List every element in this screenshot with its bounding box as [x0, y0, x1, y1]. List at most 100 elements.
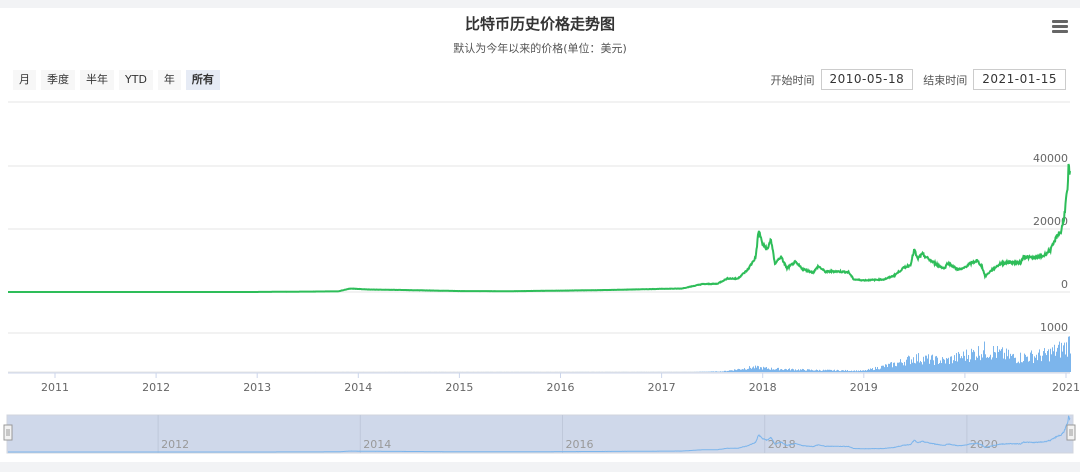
x-tick-label: 2013 — [243, 381, 271, 394]
volume-bar — [936, 355, 937, 372]
volume-bar — [904, 361, 905, 372]
volume-bar — [809, 369, 810, 372]
volume-bar — [888, 363, 889, 372]
volume-bar — [877, 366, 878, 372]
volume-bar — [864, 370, 865, 372]
volume-bar — [810, 370, 811, 372]
volume-bar — [747, 369, 748, 372]
volume-bar — [860, 370, 861, 372]
volume-bar — [862, 370, 863, 372]
x-tick-label: 2021 — [1052, 381, 1080, 394]
volume-bar — [816, 369, 817, 372]
navigator-tick-label: 2014 — [363, 438, 391, 451]
volume-bar — [716, 371, 717, 372]
navigator-right-handle-icon[interactable] — [1066, 424, 1076, 441]
volume-bar — [790, 370, 791, 372]
volume-bar — [921, 362, 922, 372]
volume-bar — [908, 355, 909, 372]
volume-bar — [800, 369, 801, 372]
volume-bar — [1048, 349, 1049, 372]
volume-bar — [748, 368, 749, 372]
volume-bar — [795, 369, 796, 372]
volume-bar — [766, 367, 767, 372]
volume-bar — [779, 370, 780, 372]
volume-bar — [849, 370, 850, 372]
volume-bar — [999, 349, 1000, 372]
volume-bar — [963, 351, 964, 372]
volume-bar — [935, 356, 936, 372]
volume-bar — [713, 371, 714, 372]
volume-bar — [744, 368, 745, 372]
volume-bar — [854, 370, 855, 372]
volume-bar — [755, 365, 756, 372]
volume-bar — [1012, 354, 1013, 372]
volume-bar — [828, 369, 829, 372]
volume-bar — [878, 369, 879, 372]
navigator-tick-label: 2016 — [566, 438, 594, 451]
volume-bar — [867, 369, 868, 372]
volume-bar — [902, 362, 903, 372]
volume-bar — [901, 362, 902, 372]
volume-bar — [942, 357, 943, 372]
navigator-left-handle-icon[interactable] — [3, 424, 13, 441]
volume-bar — [846, 370, 847, 372]
volume-bar — [893, 362, 894, 372]
volume-bar — [952, 363, 953, 372]
volume-bar — [1058, 344, 1059, 372]
volume-bar — [928, 354, 929, 372]
volume-bar — [845, 369, 846, 372]
volume-bar — [922, 364, 923, 372]
volume-bar — [1066, 342, 1067, 372]
volume-bar — [884, 367, 885, 372]
volume-bar — [929, 363, 930, 372]
volume-bar — [992, 357, 993, 372]
volume-bar — [966, 349, 967, 372]
volume-bar — [911, 359, 912, 372]
volume-bar — [1067, 356, 1068, 372]
volume-bar — [765, 367, 766, 372]
volume-bar — [905, 365, 906, 372]
volume-bar — [1007, 356, 1008, 372]
volume-bar — [933, 360, 934, 372]
volume-bar — [896, 366, 897, 372]
volume-bar — [931, 355, 932, 372]
navigator[interactable]: 2012 2014 2016 2018 2020 — [3, 414, 1076, 454]
volume-bar — [831, 369, 832, 372]
volume-bar — [1022, 362, 1023, 372]
volume-bar — [1004, 352, 1005, 372]
volume-bar — [1049, 361, 1050, 372]
volume-bar — [1023, 361, 1024, 372]
volume-bar — [873, 370, 874, 372]
volume-bar — [968, 355, 969, 372]
price-chart[interactable]: 0200004000001000201120122013201420152016… — [0, 0, 1080, 472]
volume-bar — [1046, 355, 1047, 372]
volume-bar — [866, 370, 867, 372]
volume-bar — [725, 370, 726, 372]
volume-bar — [1031, 350, 1032, 372]
volume-bar — [823, 369, 824, 372]
volume-bar — [898, 362, 899, 372]
volume-bar — [787, 370, 788, 372]
volume-bar — [729, 370, 730, 372]
volume-bar — [1064, 342, 1065, 372]
volume-bar — [903, 365, 904, 372]
volume-bar — [1035, 357, 1036, 372]
volume-bar — [1039, 349, 1040, 372]
volume-bar — [899, 362, 900, 372]
volume-bar — [1006, 348, 1007, 372]
volume-bar — [1061, 342, 1062, 372]
volume-bar — [1056, 351, 1057, 372]
volume-bar — [983, 350, 984, 372]
volume-bar — [852, 371, 853, 372]
volume-bar — [872, 368, 873, 372]
volume-bar — [775, 369, 776, 372]
volume-bar — [940, 360, 941, 372]
volume-bar — [777, 367, 778, 372]
volume-bar — [1011, 356, 1012, 372]
volume-bar — [799, 370, 800, 372]
volume-bar — [956, 353, 957, 372]
volume-bar — [743, 369, 744, 372]
volume-bar — [871, 368, 872, 372]
volume-bar — [865, 370, 866, 372]
volume-bar — [814, 370, 815, 372]
